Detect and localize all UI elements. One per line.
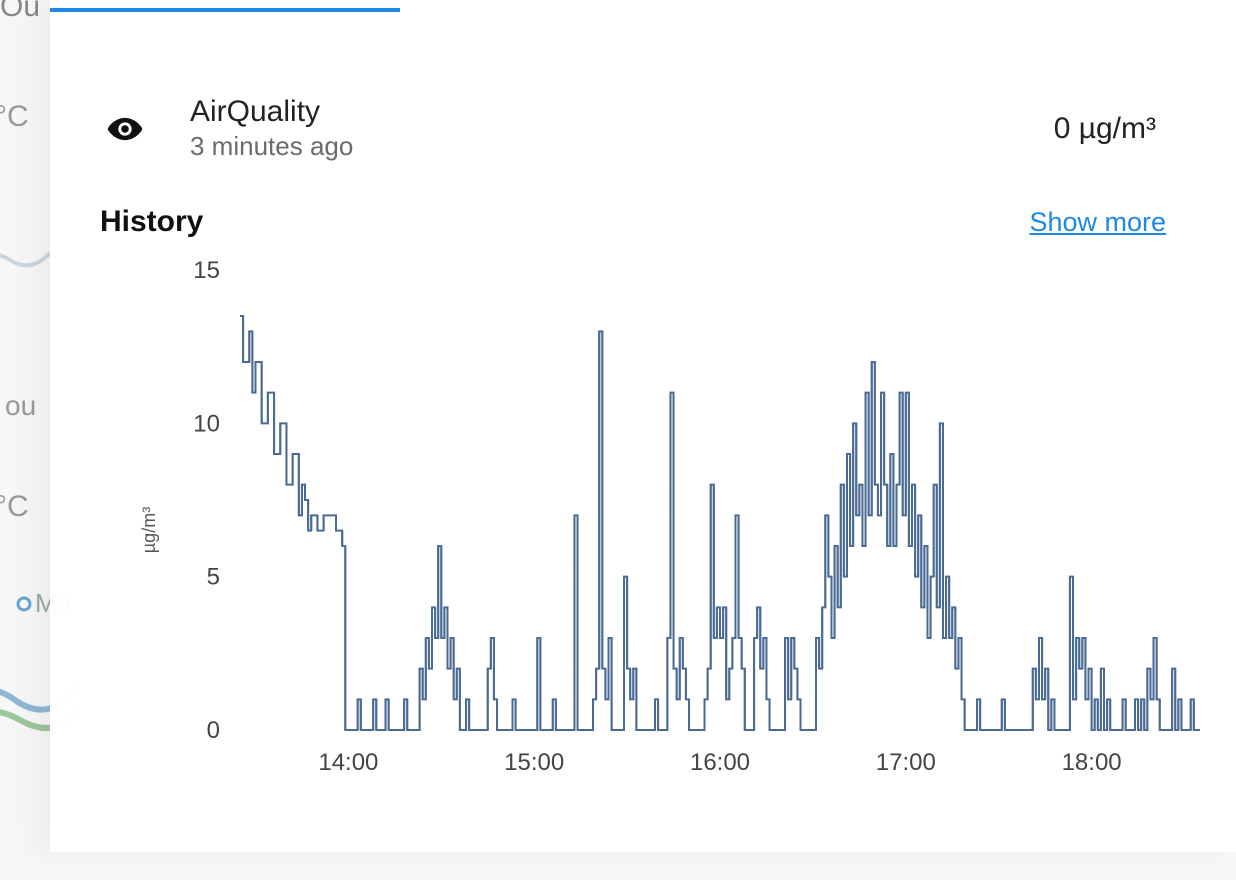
history-title: History [100,205,203,239]
y-tick-label: 5 [207,564,220,591]
sensor-header: AirQuality 3 minutes ago 0 µg/m³ [105,95,1156,162]
x-tick-label: 14:00 [318,749,378,776]
y-axis-label: µg/m³ [139,507,159,553]
show-more-link[interactable]: Show more [1029,207,1166,238]
bg-label-ou2: ou [5,390,36,422]
x-tick-label: 18:00 [1062,749,1122,776]
map-pin-icon [15,595,33,613]
bg-label-degc2: °C [0,490,29,524]
sensor-value: 0 µg/m³ [1054,112,1156,146]
detail-sheet: AirQuality 3 minutes ago 0 µg/m³ History… [50,0,1236,852]
sensor-title: AirQuality [190,95,353,129]
x-tick-label: 15:00 [504,749,564,776]
eye-icon [105,109,145,149]
x-tick-label: 17:00 [876,749,936,776]
sensor-updated: 3 minutes ago [190,131,353,162]
history-chart[interactable]: 0 5 10 15 µg/m³ 14:00 15:00 16:00 17:00 18:00 [100,260,1220,810]
bg-label-ou1: Ou [0,0,40,24]
loading-progressbar [50,8,400,12]
bg-label-degc1: °C [0,100,29,134]
y-tick-label: 0 [207,717,220,744]
y-tick-label: 15 [193,260,220,284]
y-tick-label: 10 [193,410,220,437]
x-tick-label: 16:00 [690,749,750,776]
